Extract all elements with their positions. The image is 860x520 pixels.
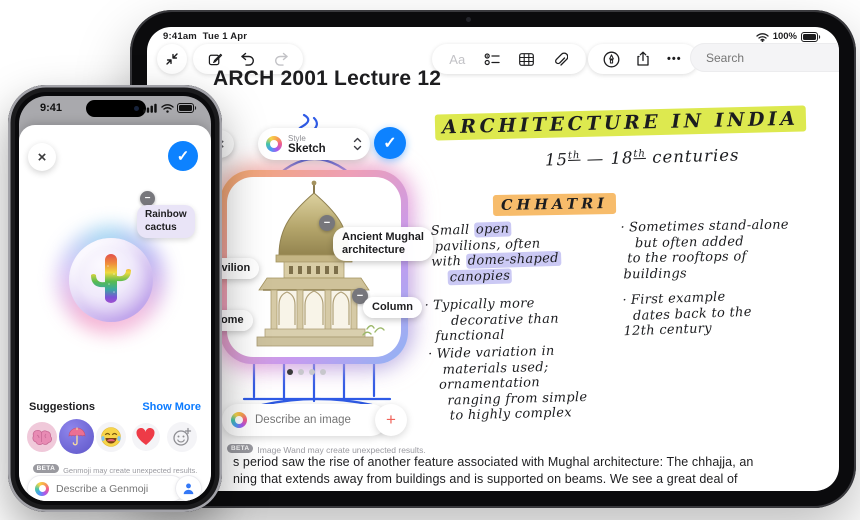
front-camera	[134, 106, 139, 111]
collapse-toolbar-button[interactable]	[157, 44, 187, 74]
battery-icon	[177, 103, 197, 113]
redo-icon	[274, 52, 288, 66]
note-paragraph-line2: ning that extends away from buildings an…	[233, 472, 738, 486]
hw-bullet-standalone: · Sometimes stand-alone but often added t…	[620, 217, 789, 282]
person-icon	[183, 483, 194, 495]
genmoji-accept-button[interactable]: ✓	[168, 141, 198, 171]
suggestion-tears-of-joy[interactable]	[96, 422, 126, 452]
image-variant-dots[interactable]	[287, 369, 326, 375]
compose-icon	[208, 53, 222, 65]
share-icon	[637, 51, 649, 66]
apple-intelligence-icon	[35, 481, 49, 496]
dynamic-island	[86, 100, 146, 117]
iphone-status-icons	[143, 103, 197, 113]
tag-rainbow-cactus[interactable]: Rainbow cactus	[137, 205, 195, 238]
describe-genmoji-field[interactable]	[27, 475, 185, 501]
table-icon	[518, 52, 534, 66]
iphone-device: 9:41 × ✓ − Rainbow cactus Suggestions Sh…	[8, 85, 222, 512]
ipad-date: Tue 1 Apr	[202, 31, 248, 42]
image-wand-accept-button[interactable]: ✓	[374, 127, 406, 159]
tears-of-joy-emoji	[101, 427, 121, 447]
tag-column[interactable]: Column	[363, 297, 422, 318]
attach-button[interactable]	[548, 46, 574, 72]
suggestion-red-heart[interactable]	[132, 423, 160, 451]
hw-bullet-small-pavilions: ·Small open pavilions, often with dome-s…	[422, 221, 561, 285]
suggestions-label: Suggestions	[29, 401, 96, 413]
battery-icon	[801, 31, 821, 42]
brain-emoji	[32, 429, 52, 445]
show-more-link[interactable]: Show More	[142, 401, 201, 413]
style-value: Sketch	[288, 143, 326, 155]
create-emoji-button[interactable]	[167, 422, 197, 452]
note-paragraph-line1: s period saw the rise of another feature…	[233, 455, 754, 469]
suggestion-brain[interactable]	[27, 422, 57, 452]
iphone-screen: 9:41 × ✓ − Rainbow cactus Suggestions Sh…	[19, 96, 211, 501]
ipad-clock: 9:41am	[163, 31, 197, 42]
tag-ancient-mughal[interactable]: Ancient Mughal architecture	[333, 227, 433, 261]
hw-bullet-variation: · Wide variation in materials used; ornam…	[428, 343, 588, 424]
describe-image-field[interactable]	[222, 404, 411, 436]
genmoji-bubble	[69, 238, 153, 322]
rainbow-cactus-image	[91, 254, 131, 303]
beta-badge: BETA	[32, 464, 60, 474]
share-toolbar: •••	[588, 44, 698, 74]
wifi-icon	[161, 104, 174, 113]
apple-intelligence-icon	[266, 136, 282, 152]
remove-tag-main-button[interactable]: −	[319, 215, 335, 231]
iphone-clock: 9:41	[40, 102, 63, 114]
check-icon: ✓	[176, 148, 190, 165]
describe-genmoji-input[interactable]	[54, 481, 177, 496]
people-genmoji-button[interactable]	[175, 475, 202, 501]
ipad-status-left: 9:41am Tue 1 Apr	[163, 31, 247, 42]
share-button[interactable]	[630, 46, 656, 72]
add-description-button[interactable]: +	[375, 404, 407, 436]
ipad-status-right: 100%	[756, 31, 821, 42]
red-heart-emoji	[136, 428, 155, 445]
wifi-icon	[756, 32, 769, 42]
umbrella-emoji	[68, 426, 85, 445]
hw-bullet-decorative: · Typically more decorative than function…	[424, 296, 559, 345]
hw-section-title: CHHATRI	[492, 192, 617, 217]
search-input[interactable]	[704, 49, 839, 66]
suggestion-umbrella[interactable]	[59, 419, 94, 454]
undo-icon	[241, 52, 254, 66]
genmoji-sheet: × ✓ − Rainbow cactus Suggestions Show Mo…	[19, 125, 211, 501]
more-button[interactable]: •••	[661, 46, 687, 72]
style-picker[interactable]: Style Sketch	[258, 128, 370, 160]
collapse-icon	[166, 53, 178, 65]
text-style-button[interactable]: Aa	[444, 46, 470, 72]
ipad-front-camera	[466, 17, 471, 22]
paperclip-icon	[554, 52, 568, 66]
markup-button[interactable]	[599, 46, 625, 72]
beta-badge: BETA	[227, 444, 254, 454]
ipad-screen: 9:41am Tue 1 Apr 100% Aa ••• Search ARCH…	[147, 27, 839, 491]
table-button[interactable]	[513, 46, 539, 72]
hw-bullet-first-example: · First example dates back to the 12th ce…	[622, 289, 752, 340]
genmoji-close-button[interactable]: ×	[28, 143, 56, 171]
chevron-up-down-icon	[353, 137, 362, 151]
cellular-icon	[143, 103, 157, 113]
search-field[interactable]	[690, 43, 839, 72]
format-toolbar: Aa	[432, 44, 586, 74]
apple-intelligence-icon	[231, 412, 247, 428]
remove-genmoji-tag-button[interactable]: −	[140, 191, 155, 206]
add-emoji-icon	[173, 427, 192, 446]
note-title: ARCH 2001 Lecture 12	[213, 67, 442, 90]
checklist-button[interactable]	[479, 46, 505, 72]
checklist-icon	[484, 53, 500, 66]
ipad-device: 9:41am Tue 1 Apr 100% Aa ••• Search ARCH…	[130, 10, 856, 508]
plus-icon: +	[386, 410, 396, 429]
check-icon: ✓	[383, 135, 397, 152]
battery-percent: 100%	[772, 31, 797, 42]
hw-subheading: 15th — 18th centuries	[544, 145, 740, 170]
pencil-circle-icon	[603, 51, 620, 67]
hw-heading: ARCHITECTURE IN INDIA	[434, 105, 806, 141]
marketing-canvas: 9:41am Tue 1 Apr 100% Aa ••• Search ARCH…	[0, 0, 860, 520]
